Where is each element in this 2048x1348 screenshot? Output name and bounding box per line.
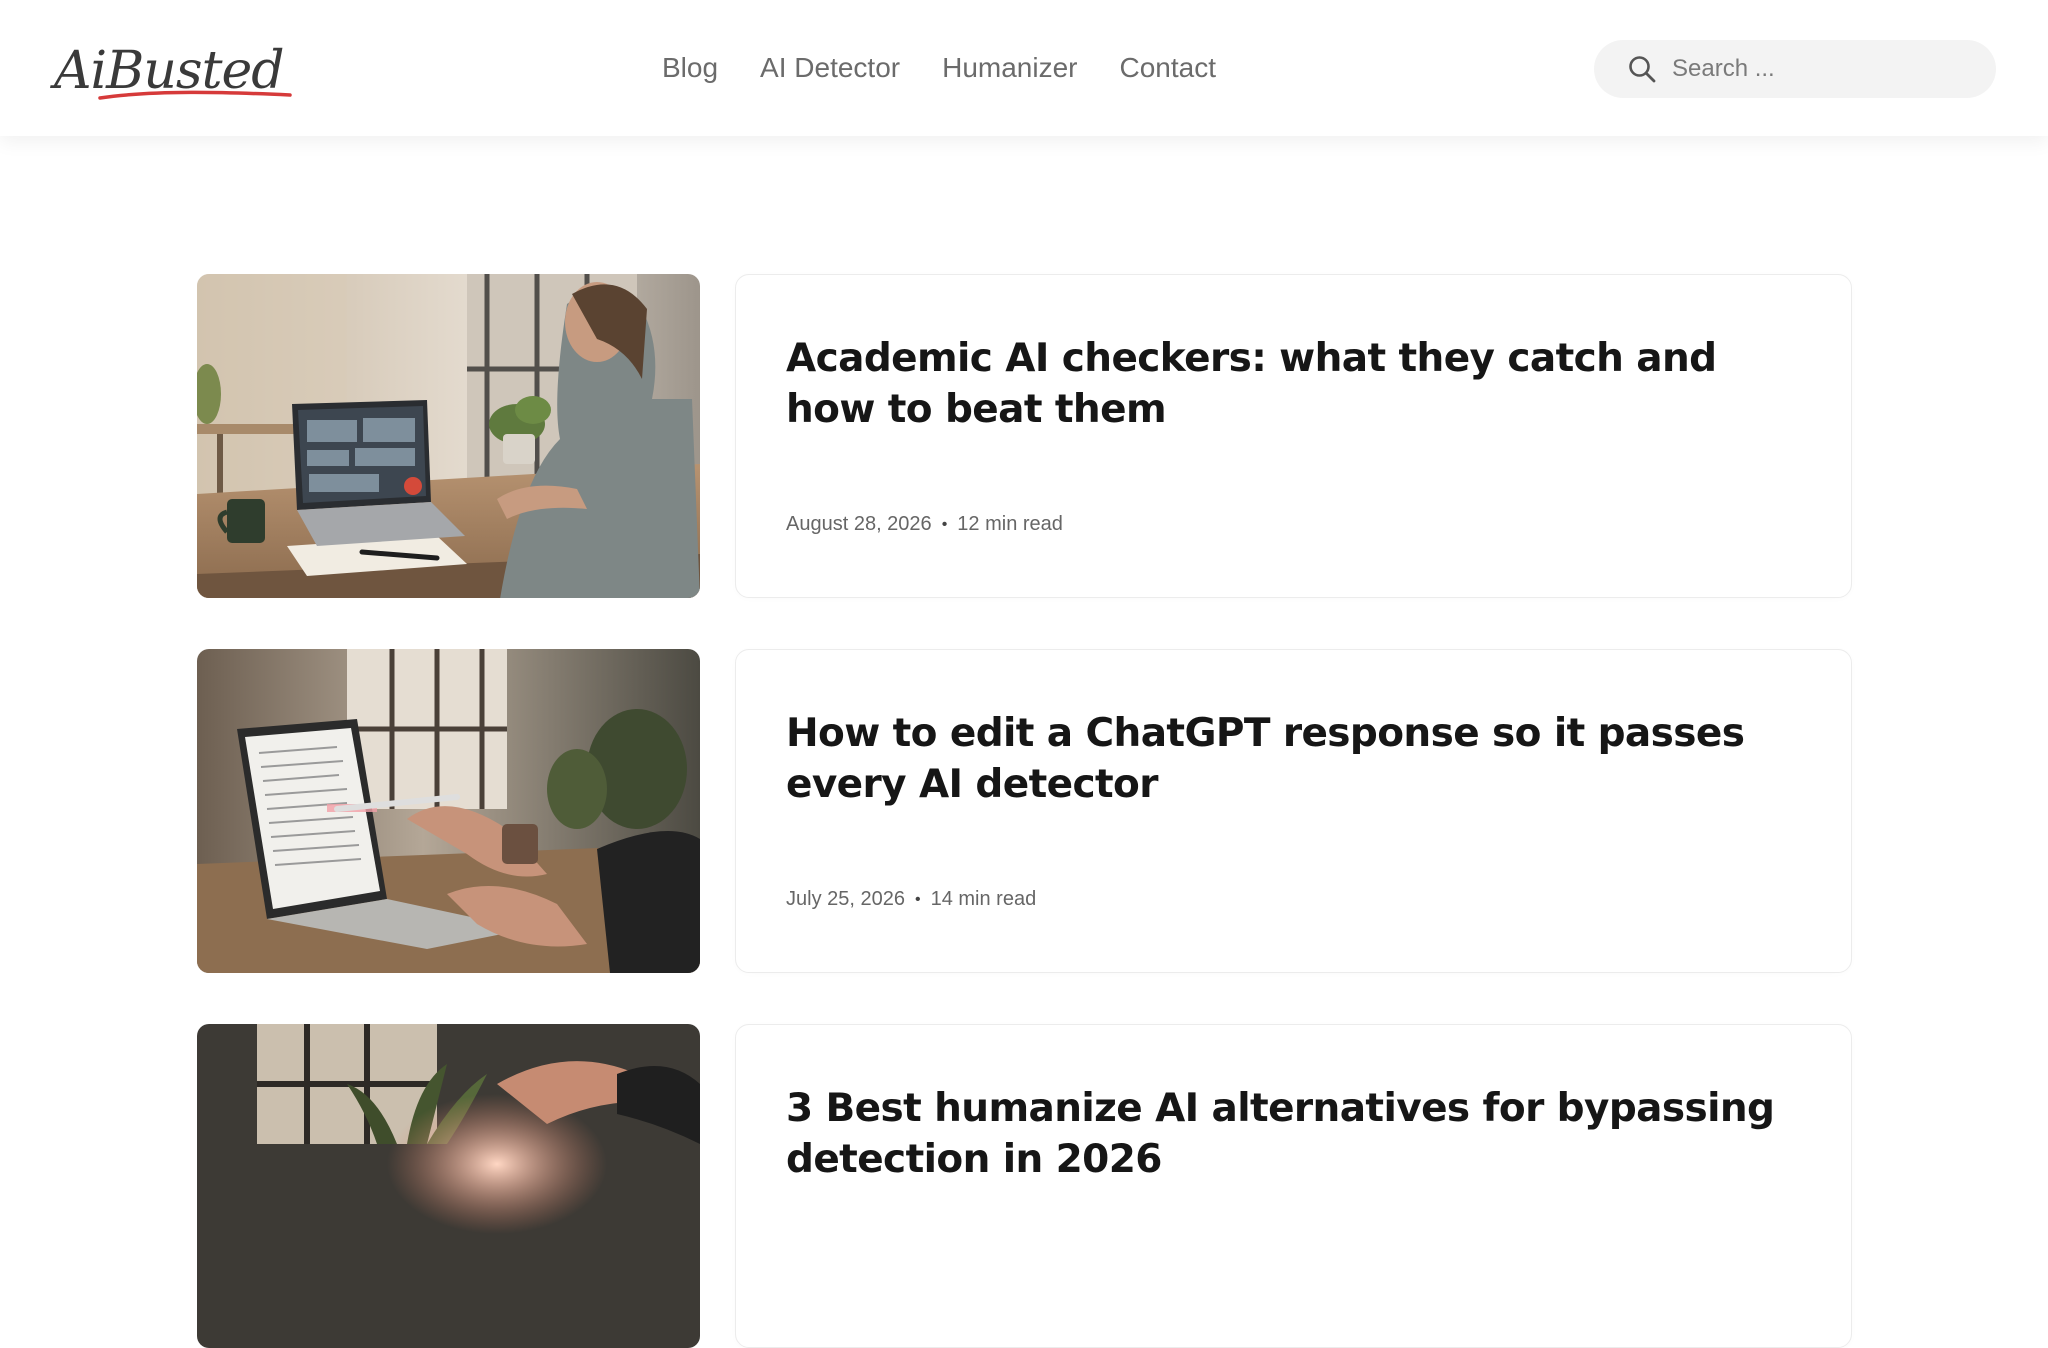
post-title[interactable]: How to edit a ChatGPT response so it pas… bbox=[786, 708, 1816, 810]
post-title[interactable]: Academic AI checkers: what they catch an… bbox=[786, 333, 1816, 435]
nav-item-ai-detector[interactable]: AI Detector bbox=[760, 52, 900, 84]
post-date: July 25, 2026 bbox=[786, 888, 905, 910]
post-card: How to edit a ChatGPT response so it pas… bbox=[197, 649, 1852, 973]
post-read-time: 14 min read bbox=[930, 888, 1037, 910]
search-box[interactable] bbox=[1594, 40, 1996, 98]
laptop-editing-image bbox=[197, 649, 700, 973]
post-card: Academic AI checkers: what they catch an… bbox=[197, 274, 1852, 598]
site-header: AiBusted Blog AI Detector Humanizer Cont… bbox=[0, 0, 2048, 136]
post-title[interactable]: 3 Best humanize AI alternatives for bypa… bbox=[786, 1083, 1816, 1185]
nav-item-blog[interactable]: Blog bbox=[662, 52, 718, 84]
post-meta: August 28, 2026 • 12 min read bbox=[786, 513, 1063, 536]
post-meta: July 25, 2026 • 14 min read bbox=[786, 888, 1036, 911]
post-date: August 28, 2026 bbox=[786, 513, 932, 535]
search-input[interactable] bbox=[1672, 55, 1992, 83]
main-nav: Blog AI Detector Humanizer Contact bbox=[662, 46, 1216, 90]
woman-laptop-image bbox=[197, 274, 700, 598]
post-thumbnail-image[interactable] bbox=[197, 649, 700, 973]
site-logo[interactable]: AiBusted bbox=[54, 36, 294, 106]
meta-separator: • bbox=[941, 515, 948, 533]
logo-underline-swoosh bbox=[98, 90, 292, 100]
post-thumbnail-image[interactable] bbox=[197, 1024, 700, 1348]
nav-item-contact[interactable]: Contact bbox=[1120, 52, 1217, 84]
post-card-content: Academic AI checkers: what they catch an… bbox=[735, 274, 1852, 598]
search-icon bbox=[1629, 56, 1656, 83]
glowing-brain-image bbox=[197, 1024, 700, 1348]
post-thumbnail-image[interactable] bbox=[197, 274, 700, 598]
post-read-time: 12 min read bbox=[957, 513, 1063, 535]
meta-separator: • bbox=[914, 890, 921, 908]
post-card-content: 3 Best humanize AI alternatives for bypa… bbox=[735, 1024, 1852, 1348]
post-card: 3 Best humanize AI alternatives for bypa… bbox=[197, 1024, 1852, 1348]
post-card-content: How to edit a ChatGPT response so it pas… bbox=[735, 649, 1852, 973]
nav-item-humanizer[interactable]: Humanizer bbox=[942, 52, 1077, 84]
